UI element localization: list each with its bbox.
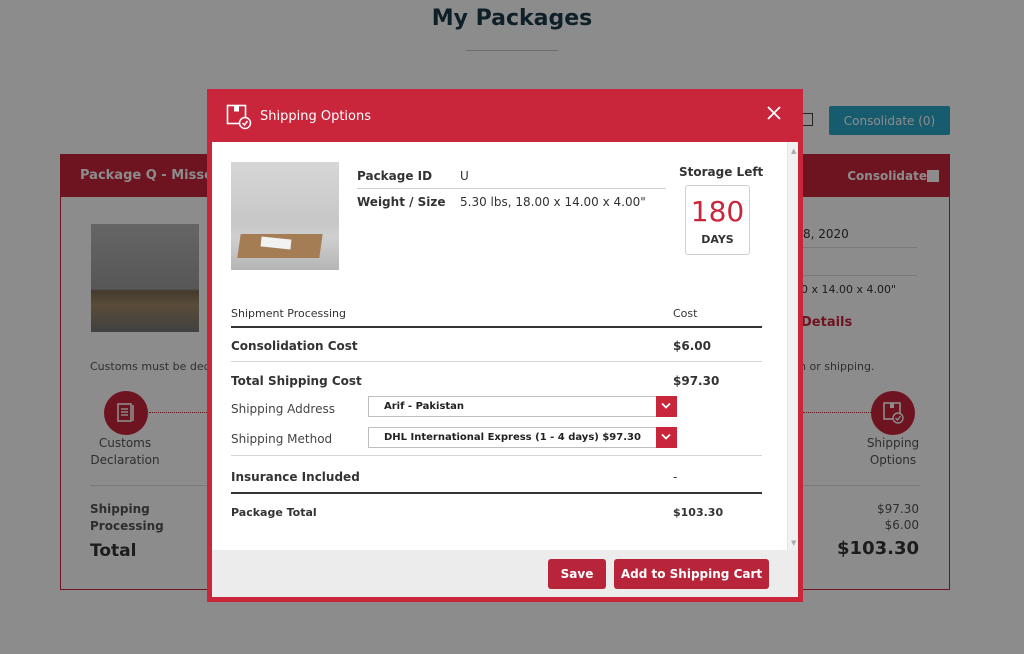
shipping-method-select[interactable]: DHL International Express (1 - 4 days) $… — [368, 427, 677, 448]
package-photo — [231, 162, 339, 270]
chevron-down-icon[interactable] — [656, 427, 677, 448]
table-total-rule — [231, 492, 762, 494]
shipping-address-select[interactable]: Arif - Pakistan — [368, 396, 677, 417]
close-icon[interactable] — [765, 106, 783, 124]
chevron-down-icon[interactable] — [656, 396, 677, 417]
add-to-shipping-cart-button[interactable]: Add to Shipping Cart — [614, 559, 769, 589]
total-shipping-cost-label: Total Shipping Cost — [231, 374, 362, 388]
insurance-included-value: - — [673, 470, 678, 484]
divider — [231, 455, 762, 456]
column-header-cost: Cost — [673, 307, 698, 320]
storage-days-count: 180 — [690, 195, 745, 228]
shipping-method-label: Shipping Method — [231, 432, 333, 446]
table-header-rule — [231, 326, 762, 328]
modal-header: Shipping Options — [207, 89, 803, 142]
package-id-label: Package ID — [357, 169, 433, 183]
shipping-address-label: Shipping Address — [231, 402, 335, 416]
total-shipping-cost-value: $97.30 — [673, 374, 720, 388]
shipping-options-modal: Shipping Options Package ID U Weight / S… — [207, 89, 803, 602]
consolidation-cost-value: $6.00 — [673, 339, 711, 353]
insurance-included-label: Insurance Included — [231, 470, 360, 484]
scroll-down-icon[interactable]: ▼ — [791, 539, 796, 547]
storage-left-label: Storage Left — [679, 165, 764, 179]
shipping-address-selected-value: Arif - Pakistan — [384, 401, 465, 412]
divider — [231, 361, 762, 362]
column-header-shipment-processing: Shipment Processing — [231, 307, 346, 320]
modal-footer: Save Add to Shipping Cart — [212, 550, 798, 597]
package-total-value: $103.30 — [673, 506, 724, 519]
storage-left-badge: 180 DAYS — [685, 185, 750, 255]
package-check-icon — [226, 104, 252, 130]
save-button[interactable]: Save — [548, 559, 606, 589]
weight-size-label: Weight / Size — [357, 195, 446, 209]
modal-body: Package ID U Weight / Size 5.30 lbs, 18.… — [212, 142, 798, 550]
consolidation-cost-label: Consolidation Cost — [231, 339, 358, 353]
storage-days-unit: DAYS — [701, 233, 734, 246]
shipping-method-selected-value: DHL International Express (1 - 4 days) $… — [384, 432, 641, 443]
package-id-value: U — [460, 169, 469, 183]
divider — [357, 188, 666, 189]
modal-title: Shipping Options — [260, 109, 372, 124]
scroll-up-icon[interactable]: ▲ — [791, 147, 796, 155]
weight-size-value: 5.30 lbs, 18.00 x 14.00 x 4.00" — [460, 195, 646, 209]
modal-scrollbar[interactable]: ▲ ▼ — [787, 142, 798, 550]
package-total-label: Package Total — [231, 506, 317, 519]
